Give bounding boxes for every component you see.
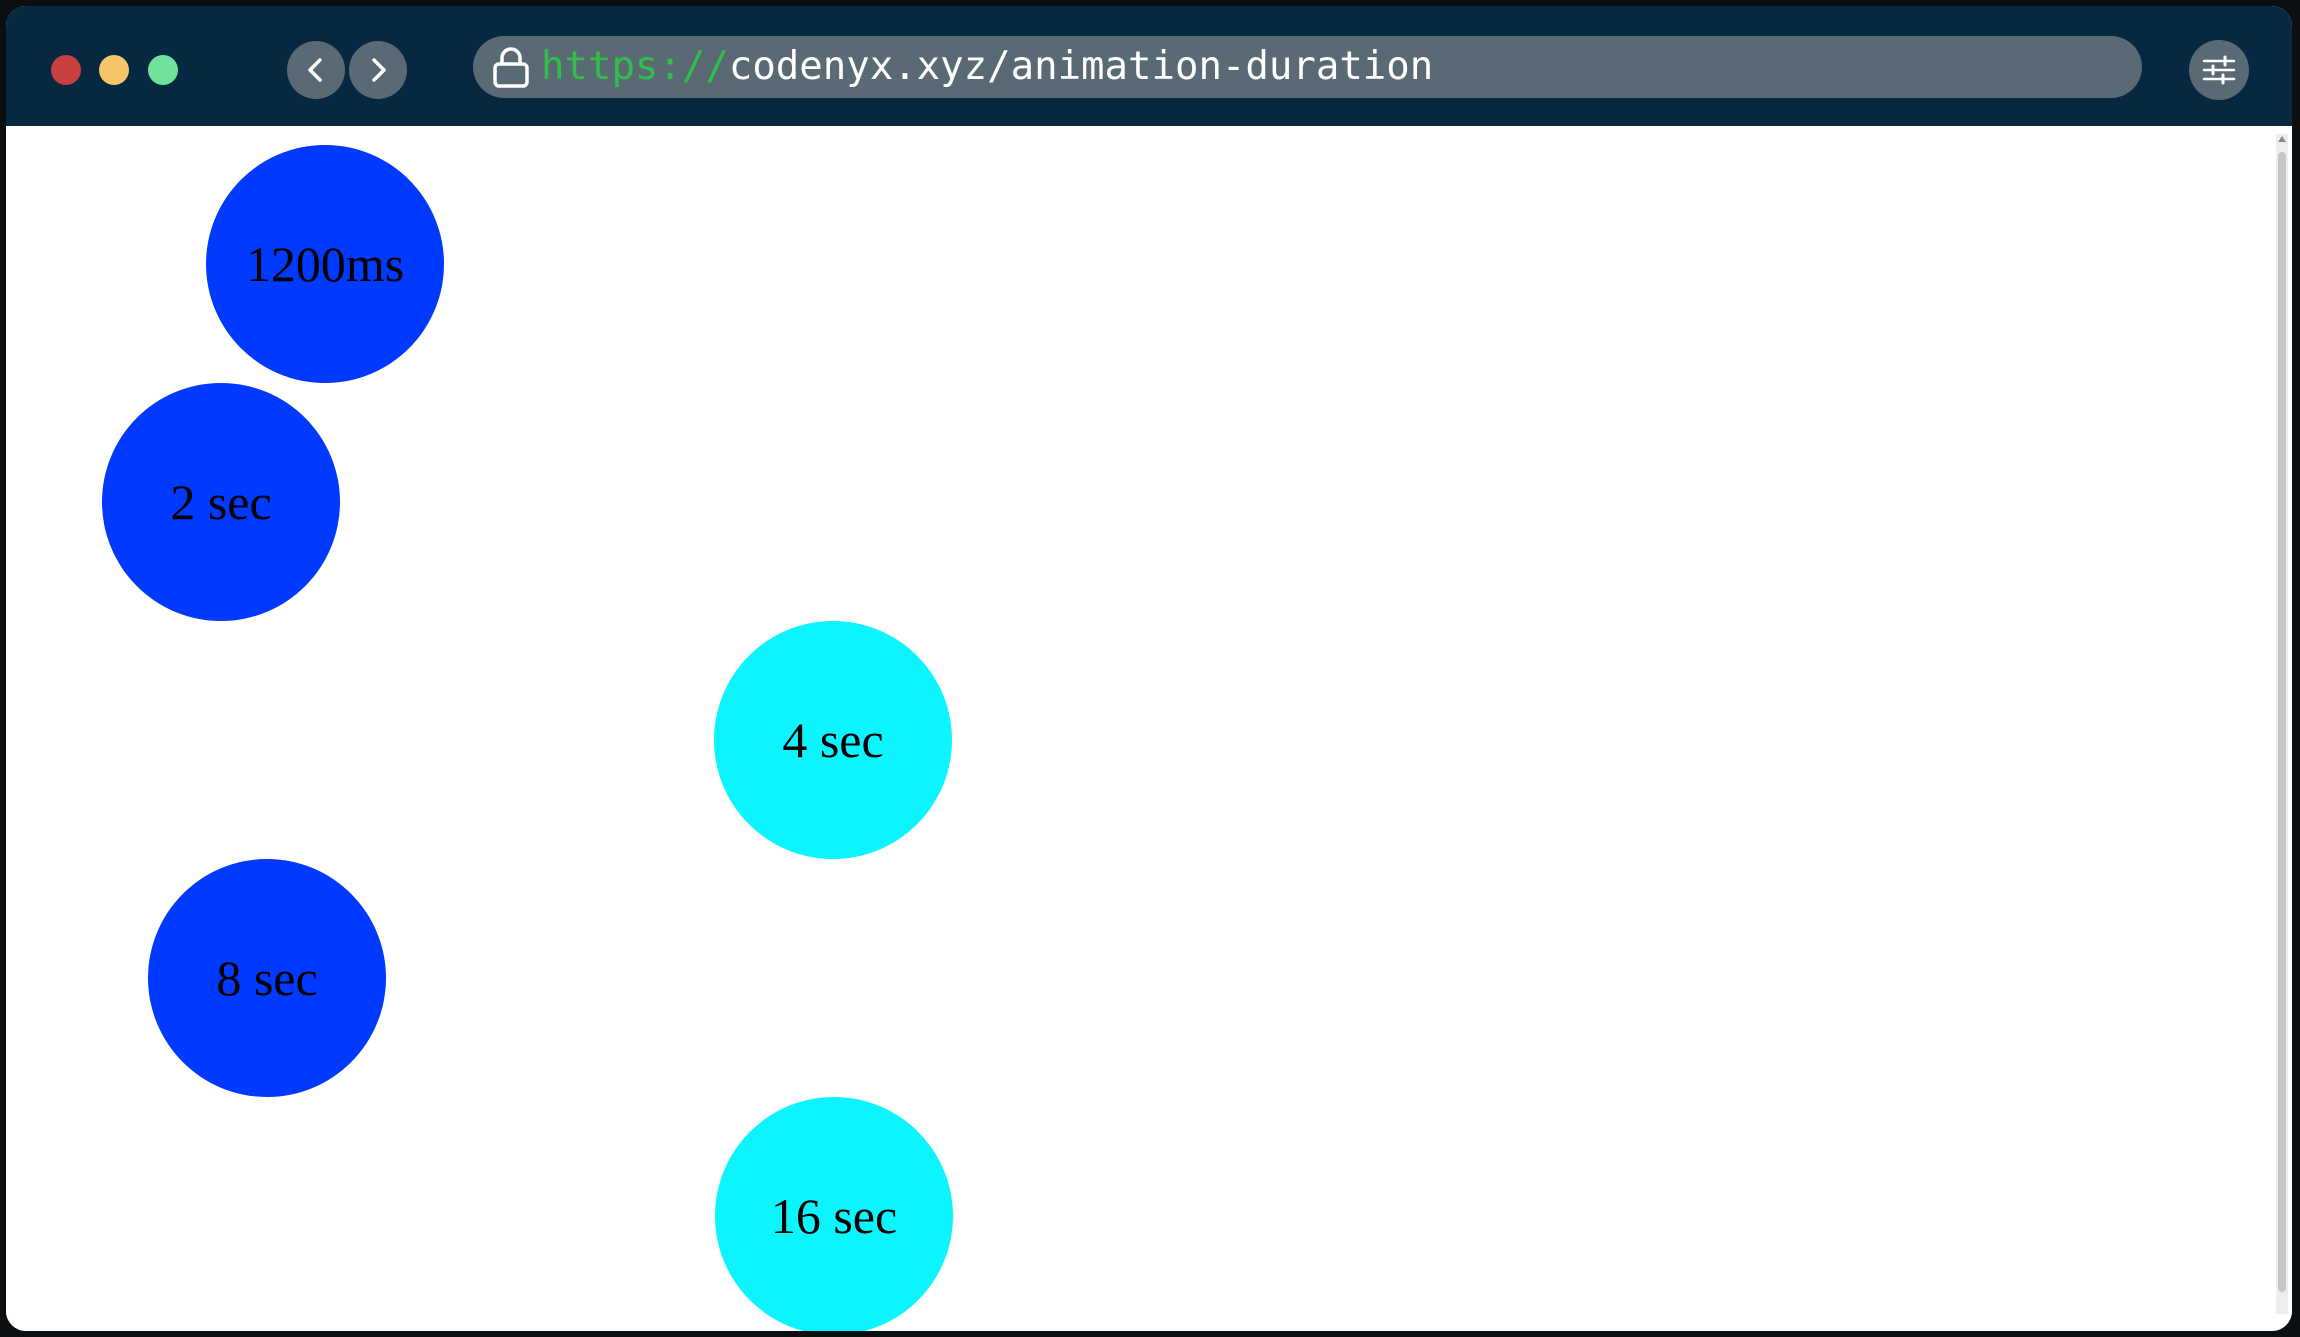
circle-label: 1200ms bbox=[245, 236, 405, 292]
animated-circle-4-sec: 4 sec bbox=[714, 621, 952, 859]
page-content: 1200ms 2 sec 4 sec 8 sec 16 sec bbox=[6, 126, 2292, 1331]
address-bar[interactable]: https://codenyx.xyz/animation-duration bbox=[473, 36, 2142, 98]
circle-label: 8 sec bbox=[216, 950, 318, 1006]
circle-label: 4 sec bbox=[782, 712, 884, 768]
url-text: https://codenyx.xyz/animation-duration bbox=[541, 36, 1433, 98]
scroll-up-arrow-icon[interactable] bbox=[2278, 136, 2286, 142]
animated-circle-1200ms: 1200ms bbox=[206, 145, 444, 383]
close-window-button[interactable] bbox=[51, 55, 81, 85]
minimize-window-button[interactable] bbox=[99, 55, 129, 85]
circle-label: 16 sec bbox=[770, 1188, 898, 1244]
scrollbar-thumb[interactable] bbox=[2278, 152, 2286, 1292]
browser-titlebar: https://codenyx.xyz/animation-duration bbox=[6, 6, 2292, 126]
vertical-scrollbar[interactable] bbox=[2276, 134, 2288, 1314]
animated-circle-16-sec: 16 sec bbox=[715, 1097, 953, 1331]
back-button[interactable] bbox=[287, 41, 345, 99]
lock-icon bbox=[493, 47, 529, 88]
circle-label: 2 sec bbox=[170, 474, 272, 530]
sliders-icon bbox=[2202, 55, 2236, 85]
animated-circle-2-sec: 2 sec bbox=[102, 383, 340, 621]
settings-button[interactable] bbox=[2189, 40, 2249, 100]
url-scheme: https:// bbox=[541, 44, 729, 89]
maximize-window-button[interactable] bbox=[148, 55, 178, 85]
browser-window: https://codenyx.xyz/animation-duration 1… bbox=[6, 6, 2292, 1331]
chevron-right-icon bbox=[372, 58, 386, 82]
forward-button[interactable] bbox=[349, 41, 407, 99]
animated-circle-8-sec: 8 sec bbox=[148, 859, 386, 1097]
chevron-left-icon bbox=[308, 58, 322, 82]
url-path: codenyx.xyz/animation-duration bbox=[728, 44, 1434, 89]
